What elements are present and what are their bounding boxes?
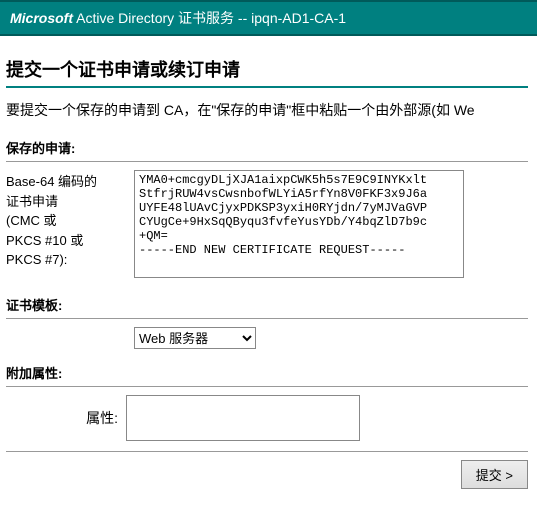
certificate-template-select[interactable]: Web 服务器: [134, 327, 256, 349]
submit-rule: [6, 451, 528, 452]
saved-request-label: 保存的申请:: [6, 138, 537, 157]
saved-request-rule: [6, 161, 528, 162]
title-divider: [6, 86, 528, 88]
template-spacer: [6, 327, 134, 329]
intro-text: 要提交一个保存的申请到 CA，在"保存的申请"框中粘贴一个由外部源(如 We: [6, 100, 537, 120]
encoding-label: Base-64 编码的 证书申请 (CMC 或 PKCS #10 或 PKCS …: [6, 170, 134, 270]
page-title: 提交一个证书申请或续订申请: [6, 56, 537, 82]
attributes-label: 附加属性:: [6, 363, 537, 382]
template-label: 证书模板:: [6, 295, 537, 314]
saved-request-row: Base-64 编码的 证书申请 (CMC 或 PKCS #10 或 PKCS …: [6, 170, 537, 281]
attributes-rule: [6, 386, 528, 387]
page-header: Microsoft Active Directory 证书服务 -- ipqn-…: [0, 0, 537, 36]
brand-name: Microsoft: [10, 10, 73, 26]
template-row: Web 服务器: [6, 327, 537, 349]
attributes-textarea[interactable]: [126, 395, 360, 441]
product-name: Active Directory 证书服务 -- ipqn-AD1-CA-1: [73, 10, 346, 26]
certificate-request-textarea[interactable]: [134, 170, 464, 278]
submit-button[interactable]: 提交 >: [461, 460, 528, 489]
page-content: 提交一个证书申请或续订申请 要提交一个保存的申请到 CA，在"保存的申请"框中粘…: [0, 36, 537, 489]
submit-row: 提交 >: [6, 460, 528, 489]
attributes-field-label: 属性:: [6, 408, 126, 428]
template-rule: [6, 318, 528, 319]
attributes-row: 属性:: [6, 395, 537, 441]
